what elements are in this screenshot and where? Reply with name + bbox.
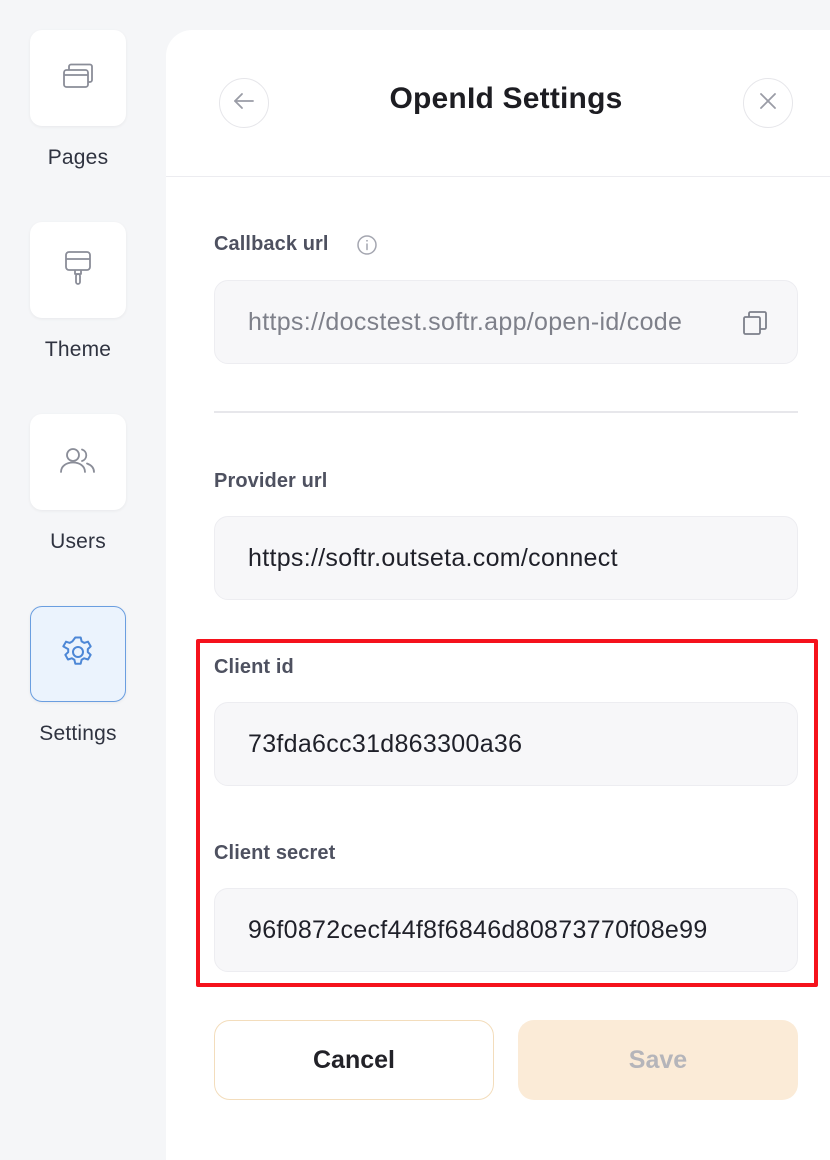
client-secret-field xyxy=(214,888,798,972)
users-icon xyxy=(58,445,98,480)
divider xyxy=(214,411,798,413)
callback-url-label: Callback url xyxy=(214,233,329,255)
info-icon[interactable] xyxy=(356,234,378,256)
close-button[interactable] xyxy=(743,78,793,128)
sidebar-item-pages[interactable]: Pages xyxy=(30,30,126,170)
sidebar-item-theme[interactable]: Theme xyxy=(30,222,126,362)
pages-icon xyxy=(61,61,95,96)
sidebar-tile-theme[interactable] xyxy=(30,222,126,318)
sidebar-tile-settings[interactable] xyxy=(30,606,126,702)
copy-icon[interactable] xyxy=(741,309,769,337)
client-secret-label: Client secret xyxy=(214,842,336,864)
client-id-input[interactable] xyxy=(248,703,768,785)
cancel-button[interactable]: Cancel xyxy=(214,1020,494,1100)
sidebar-tile-pages[interactable] xyxy=(30,30,126,126)
sidebar-item-users[interactable]: Users xyxy=(30,414,126,554)
page-title: OpenId Settings xyxy=(389,82,623,115)
sidebar-item-label: Theme xyxy=(44,338,112,361)
sidebar-item-label: Pages xyxy=(47,146,109,169)
provider-url-field xyxy=(214,516,798,600)
paint-roller-icon xyxy=(61,249,95,292)
sidebar-tile-users[interactable] xyxy=(30,414,126,510)
provider-url-label: Provider url xyxy=(214,470,328,492)
openid-settings-panel: OpenId Settings Callback url https://doc… xyxy=(166,30,830,1160)
sidebar-item-label: Settings xyxy=(39,722,117,745)
sidebar: Pages Theme Users Settings xyxy=(0,0,166,1160)
close-icon xyxy=(758,91,778,116)
client-id-field xyxy=(214,702,798,786)
gear-icon xyxy=(60,634,96,675)
callback-url-field xyxy=(214,280,798,364)
sidebar-item-settings[interactable]: Settings xyxy=(30,606,126,746)
panel-header: OpenId Settings xyxy=(166,30,830,177)
callback-url-input[interactable] xyxy=(248,281,728,363)
client-id-label: Client id xyxy=(214,656,294,678)
client-secret-input[interactable] xyxy=(248,889,768,971)
sidebar-item-label: Users xyxy=(50,530,106,553)
provider-url-input[interactable] xyxy=(248,517,768,599)
save-button[interactable]: Save xyxy=(518,1020,798,1100)
